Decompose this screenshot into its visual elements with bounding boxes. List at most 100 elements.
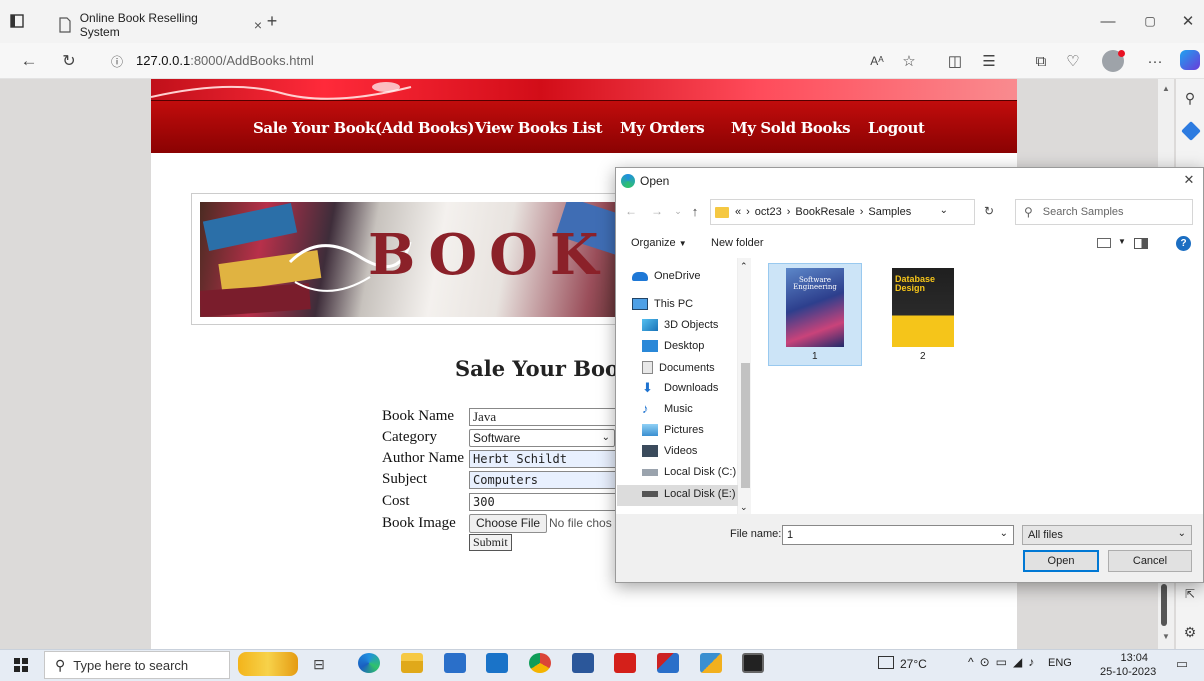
crumb-samples[interactable]: Samples [868,206,911,218]
tree-scroll-thumb[interactable] [741,363,750,488]
taskbar-app-icon[interactable] [700,653,722,673]
dialog-forward-icon[interactable]: → [650,203,664,219]
taskbar-file-explorer-icon[interactable] [401,653,423,673]
taskbar-mail-icon[interactable] [486,653,508,673]
scroll-up-icon[interactable]: ▲ [1160,84,1172,96]
category-select[interactable]: Software ⌄ [469,429,615,447]
taskbar-search-box[interactable]: ⚲ Type here to search [44,651,230,679]
view-dropdown-icon[interactable]: ▼ [1118,237,1126,246]
new-tab-icon[interactable]: + [262,11,282,31]
drive-icon [642,491,658,497]
window-close-icon[interactable]: ✕ [1178,12,1198,30]
subject-input[interactable]: Computers [469,471,619,489]
taskbar-terminal-icon[interactable] [742,653,764,673]
back-icon[interactable]: ← [18,50,40,72]
tab-actions-icon[interactable] [8,12,26,30]
book-name-input[interactable]: Java [469,408,619,426]
cancel-button[interactable]: Cancel [1108,550,1192,572]
author-name-input[interactable]: Herbt Schildt [469,450,619,468]
more-menu-icon[interactable]: ··· [1144,51,1166,71]
tree-3d-objects[interactable]: 3D Objects [642,319,718,331]
news-widget-icon[interactable] [878,656,894,669]
preview-pane-icon[interactable] [1134,238,1148,249]
system-tray-icons[interactable]: ^⊙▭◢♪ [968,655,1040,669]
windows-start-icon[interactable] [14,658,28,672]
search-highlight-icon[interactable] [238,652,298,676]
crumb-dropdown-icon[interactable]: ⌄ [940,205,948,216]
nav-my-sold-books[interactable]: My Sold Books [731,119,851,137]
nav-my-orders[interactable]: My Orders [620,119,705,137]
taskbar-store-icon[interactable] [444,653,466,673]
sidebar-settings-icon[interactable]: ⚙ [1180,622,1200,642]
favorites-icon[interactable]: ☰ [978,51,1000,71]
organize-button[interactable]: Organize ▼ [631,237,687,249]
new-folder-button[interactable]: New folder [711,237,764,249]
notifications-icon[interactable]: ▭ [1172,655,1192,673]
sidebar-external-icon[interactable]: ⇱ [1180,584,1200,604]
task-view-icon[interactable]: ⊟ [308,654,330,674]
help-icon[interactable]: ? [1176,236,1191,251]
tab-close-icon[interactable]: × [254,17,262,33]
url-field[interactable]: 127.0.0.1:8000/AddBooks.html [136,53,314,68]
tree-downloads[interactable]: ⬇ Downloads [642,381,718,394]
language-indicator[interactable]: ENG [1048,657,1072,669]
submit-button[interactable]: Submit [469,534,512,551]
taskbar-acrobat-icon[interactable] [614,653,636,673]
taskbar-edge-icon[interactable] [358,653,380,673]
split-screen-icon[interactable]: ◫ [944,51,966,71]
file-type-select[interactable]: All files ⌄ [1022,525,1192,545]
file-name-input[interactable]: 1 ⌄ [782,525,1014,545]
tree-this-pc[interactable]: This PC [632,298,693,310]
chevron-down-icon[interactable]: ⌄ [1000,528,1008,539]
tree-local-disk-c[interactable]: Local Disk (C:) [642,466,736,478]
scroll-down-icon[interactable]: ▼ [1160,632,1172,644]
dialog-breadcrumb[interactable]: « › oct23 › BookResale › Samples ⌄ [710,199,975,225]
tree-onedrive[interactable]: OneDrive [632,270,700,282]
crumb-bookresale[interactable]: BookResale [795,206,854,218]
nav-logout[interactable]: Logout [868,119,925,137]
page-scroll-thumb[interactable] [1161,584,1167,626]
view-options-icon[interactable] [1097,238,1111,248]
sidebar-search-icon[interactable]: ⚲ [1180,88,1200,108]
collections-icon[interactable]: ⧉ [1030,51,1052,71]
recent-dropdown-icon[interactable]: ⌄ [672,203,684,219]
dialog-search-input[interactable]: ⚲ Search Samples [1015,199,1193,225]
cost-input[interactable]: 300 [469,493,619,511]
clock-date[interactable]: 25-10-2023 [1100,666,1156,678]
tree-scroll-down-icon[interactable]: ⌄ [740,502,748,513]
taskbar-word-icon[interactable] [572,653,594,673]
refresh-icon[interactable]: ↻ [58,50,80,72]
dialog-back-icon[interactable]: ← [624,203,638,219]
minimize-icon[interactable]: — [1098,12,1118,30]
profile-avatar[interactable] [1102,50,1125,72]
taskbar-chrome-icon[interactable] [529,653,551,673]
crumb-overflow[interactable]: « [735,206,741,218]
tree-scroll-up-icon[interactable]: ⌃ [740,261,748,272]
open-button[interactable]: Open [1023,550,1099,572]
restore-icon[interactable]: ▢ [1140,12,1160,30]
choose-file-button[interactable]: Choose File [469,514,548,533]
tree-pictures[interactable]: Pictures [642,424,704,436]
health-icon[interactable]: ♡ [1062,51,1084,71]
dialog-close-icon[interactable]: ✕ [1180,172,1198,188]
read-aloud-icon[interactable]: Aᴬ [866,51,888,71]
dialog-up-icon[interactable]: ↑ [688,203,702,219]
tree-videos[interactable]: Videos [642,445,697,457]
favorite-star-icon[interactable]: ☆ [898,51,920,71]
tree-desktop[interactable]: Desktop [642,340,704,352]
nav-view-books[interactable]: View Books List [475,119,603,137]
taskbar-paint-icon[interactable] [657,653,679,673]
tree-label: Local Disk (E:) [664,488,736,500]
crumb-oct23[interactable]: oct23 [755,206,782,218]
copilot-icon[interactable] [1180,50,1200,70]
file-thumbnail-2[interactable]: Database Design [892,268,954,347]
tree-music[interactable]: ♪ Music [642,402,693,415]
tree-local-disk-e[interactable]: Local Disk (E:) [642,488,736,500]
info-icon[interactable]: ⓘ [108,51,126,71]
temperature-text[interactable]: 27°C [900,657,927,671]
clock-time[interactable]: 13:04 [1114,652,1148,664]
dialog-refresh-icon[interactable]: ↻ [982,203,996,219]
nav-add-books[interactable]: Sale Your Book(Add Books) [253,119,475,137]
tree-documents[interactable]: Documents [642,361,715,374]
browser-tab[interactable]: Online Book Reselling System × [46,8,262,41]
